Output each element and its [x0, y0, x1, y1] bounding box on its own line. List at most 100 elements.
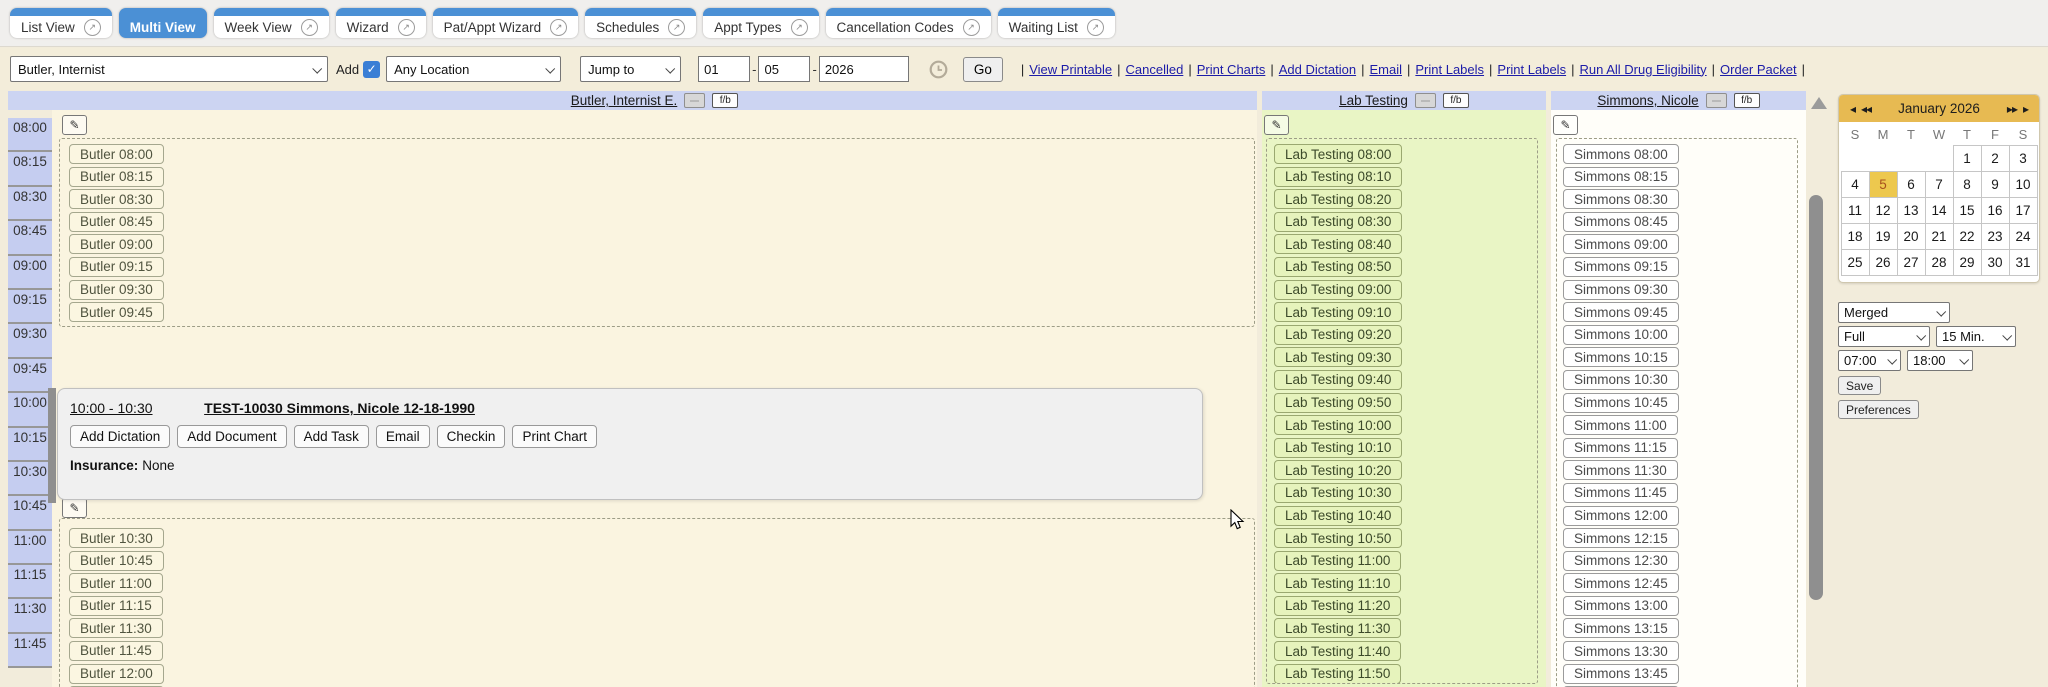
open-slot-button[interactable]: Simmons 10:30	[1563, 370, 1679, 390]
appointment-action-button[interactable]: Checkin	[437, 425, 506, 448]
open-slot-button[interactable]: Butler 08:45	[69, 212, 164, 232]
appointment-action-button[interactable]: Add Document	[177, 425, 286, 448]
tab-cancellation-codes[interactable]: Cancellation Codes↗	[826, 8, 991, 38]
open-slot-button[interactable]: Butler 08:00	[69, 144, 164, 164]
open-slot-button[interactable]: Lab Testing 10:20	[1274, 460, 1402, 480]
open-slot-button[interactable]: Lab Testing 10:00	[1274, 415, 1402, 435]
calendar-day-26[interactable]: 26	[1869, 250, 1897, 276]
open-slot-button[interactable]: Simmons 13:15	[1563, 618, 1679, 638]
open-slot-button[interactable]: Simmons 12:30	[1563, 551, 1679, 571]
calendar-day-3[interactable]: 3	[2009, 146, 2037, 172]
open-slot-button[interactable]: Butler 11:00	[69, 573, 163, 593]
toolbar-link[interactable]: Run All Drug Eligibility	[1579, 62, 1706, 77]
calendar-day-29[interactable]: 29	[1953, 250, 1981, 276]
open-slot-button[interactable]: Simmons 10:00	[1563, 325, 1679, 345]
interval-select[interactable]: 15 Min.	[1936, 326, 2016, 347]
calendar-prev-day-icon[interactable]: ◂	[1850, 102, 1855, 116]
calendar-day-13[interactable]: 13	[1897, 198, 1925, 224]
appointment-patient-link[interactable]: TEST-10030 Simmons, Nicole 12-18-1990	[204, 400, 475, 416]
open-slot-button[interactable]: Simmons 11:45	[1563, 483, 1678, 503]
open-slot-button[interactable]: Simmons 11:15	[1563, 438, 1678, 458]
open-in-new-icon[interactable]: ↗	[398, 19, 415, 36]
open-slot-button[interactable]: Simmons 11:00	[1563, 415, 1678, 435]
open-slot-button[interactable]: Lab Testing 11:00	[1274, 551, 1401, 571]
open-slot-button[interactable]: Simmons 09:00	[1563, 234, 1679, 254]
calendar-prev-month-icon[interactable]: ◂◂	[1861, 102, 1871, 116]
open-slot-button[interactable]: Lab Testing 11:20	[1274, 596, 1401, 616]
tab-wizard[interactable]: Wizard↗	[336, 8, 426, 38]
open-slot-button[interactable]: Lab Testing 10:50	[1274, 528, 1402, 548]
open-in-new-icon[interactable]: ↗	[301, 19, 318, 36]
calendar-day-30[interactable]: 30	[1981, 250, 2009, 276]
calendar-day-19[interactable]: 19	[1869, 224, 1897, 250]
provider-column-link[interactable]: Simmons, Nicole	[1597, 93, 1698, 108]
toolbar-link[interactable]: Print Charts	[1197, 62, 1266, 77]
fb-button[interactable]: f/b	[1734, 93, 1760, 108]
add-checkbox[interactable]: ✓	[363, 61, 380, 78]
open-slot-button[interactable]: Lab Testing 09:00	[1274, 280, 1402, 300]
save-button[interactable]: Save	[1838, 376, 1881, 395]
open-slot-button[interactable]: Simmons 10:45	[1563, 393, 1679, 413]
tab-appt-types[interactable]: Appt Types↗	[703, 8, 818, 38]
open-slot-button[interactable]: Butler 10:45	[69, 551, 164, 571]
open-in-new-icon[interactable]: ↗	[668, 19, 685, 36]
open-slot-button[interactable]: Lab Testing 09:50	[1274, 393, 1402, 413]
calendar-next-day-icon[interactable]: ▸	[2023, 102, 2028, 116]
calendar-day-17[interactable]: 17	[2009, 198, 2037, 224]
calendar-day-4[interactable]: 4	[1841, 172, 1869, 198]
open-slot-button[interactable]: Lab Testing 08:50	[1274, 257, 1402, 277]
scrollbar-thumb[interactable]	[1809, 195, 1823, 600]
open-slot-button[interactable]: Simmons 08:15	[1563, 167, 1679, 187]
open-slot-button[interactable]: Lab Testing 08:30	[1274, 212, 1402, 232]
collapse-column-button[interactable]	[684, 93, 705, 108]
open-slot-button[interactable]: Lab Testing 09:10	[1274, 302, 1402, 322]
open-slot-button[interactable]: Butler 11:30	[69, 618, 163, 638]
calendar-day-22[interactable]: 22	[1953, 224, 1981, 250]
date-day-input[interactable]	[758, 56, 810, 82]
jump-to-select[interactable]: Jump to	[580, 56, 681, 82]
open-slot-button[interactable]: Butler 11:15	[69, 596, 163, 616]
tab-multi-view[interactable]: Multi View	[119, 8, 207, 38]
toolbar-link[interactable]: Email	[1369, 62, 1402, 77]
calendar-day-27[interactable]: 27	[1897, 250, 1925, 276]
scrollbar-up-arrow-icon[interactable]	[1811, 97, 1827, 109]
open-slot-button[interactable]: Butler 09:15	[69, 257, 164, 277]
fb-button[interactable]: f/b	[712, 93, 738, 108]
end-time-select[interactable]: 18:00	[1907, 350, 1973, 371]
open-slot-button[interactable]: Lab Testing 11:40	[1274, 641, 1401, 661]
calendar-day-12[interactable]: 12	[1869, 198, 1897, 224]
toolbar-link[interactable]: Print Labels	[1415, 62, 1484, 77]
open-slot-button[interactable]: Butler 10:30	[69, 528, 164, 548]
calendar-day-2[interactable]: 2	[1981, 146, 2009, 172]
open-slot-button[interactable]: Lab Testing 10:30	[1274, 483, 1402, 503]
location-select[interactable]: Any Location	[386, 56, 561, 82]
preferences-button[interactable]: Preferences	[1838, 400, 1919, 419]
open-in-new-icon[interactable]: ↗	[550, 19, 567, 36]
open-slot-button[interactable]: Simmons 08:45	[1563, 212, 1679, 232]
tab-week-view[interactable]: Week View↗	[214, 8, 329, 38]
open-slot-button[interactable]: Butler 08:30	[69, 189, 164, 209]
calendar-next-month-icon[interactable]: ▸▸	[2007, 102, 2017, 116]
date-year-input[interactable]	[819, 56, 909, 82]
open-slot-button[interactable]: Lab Testing 09:30	[1274, 347, 1402, 367]
toolbar-link[interactable]: Order Packet	[1720, 62, 1797, 77]
tab-list-view[interactable]: List View↗	[10, 8, 112, 38]
calendar-day-16[interactable]: 16	[1981, 198, 2009, 224]
open-in-new-icon[interactable]: ↗	[963, 19, 980, 36]
edit-schedule-button[interactable]: ✎	[62, 498, 87, 518]
open-slot-button[interactable]: Simmons 08:00	[1563, 144, 1679, 164]
calendar-day-6[interactable]: 6	[1897, 172, 1925, 198]
size-select[interactable]: Full	[1838, 326, 1930, 347]
appointment-action-button[interactable]: Email	[376, 425, 430, 448]
calendar-day-1[interactable]: 1	[1953, 146, 1981, 172]
provider-column-link[interactable]: Lab Testing	[1339, 93, 1408, 108]
open-slot-button[interactable]: Lab Testing 11:30	[1274, 618, 1401, 638]
calendar-day-9[interactable]: 9	[1981, 172, 2009, 198]
open-slot-button[interactable]: Butler 11:45	[69, 641, 163, 661]
open-slot-button[interactable]: Simmons 10:15	[1563, 347, 1679, 367]
calendar-day-28[interactable]: 28	[1925, 250, 1953, 276]
open-slot-button[interactable]: Simmons 13:45	[1563, 664, 1679, 684]
open-slot-button[interactable]: Simmons 13:30	[1563, 641, 1679, 661]
collapse-column-button[interactable]	[1415, 93, 1436, 108]
date-month-input[interactable]	[698, 56, 750, 82]
